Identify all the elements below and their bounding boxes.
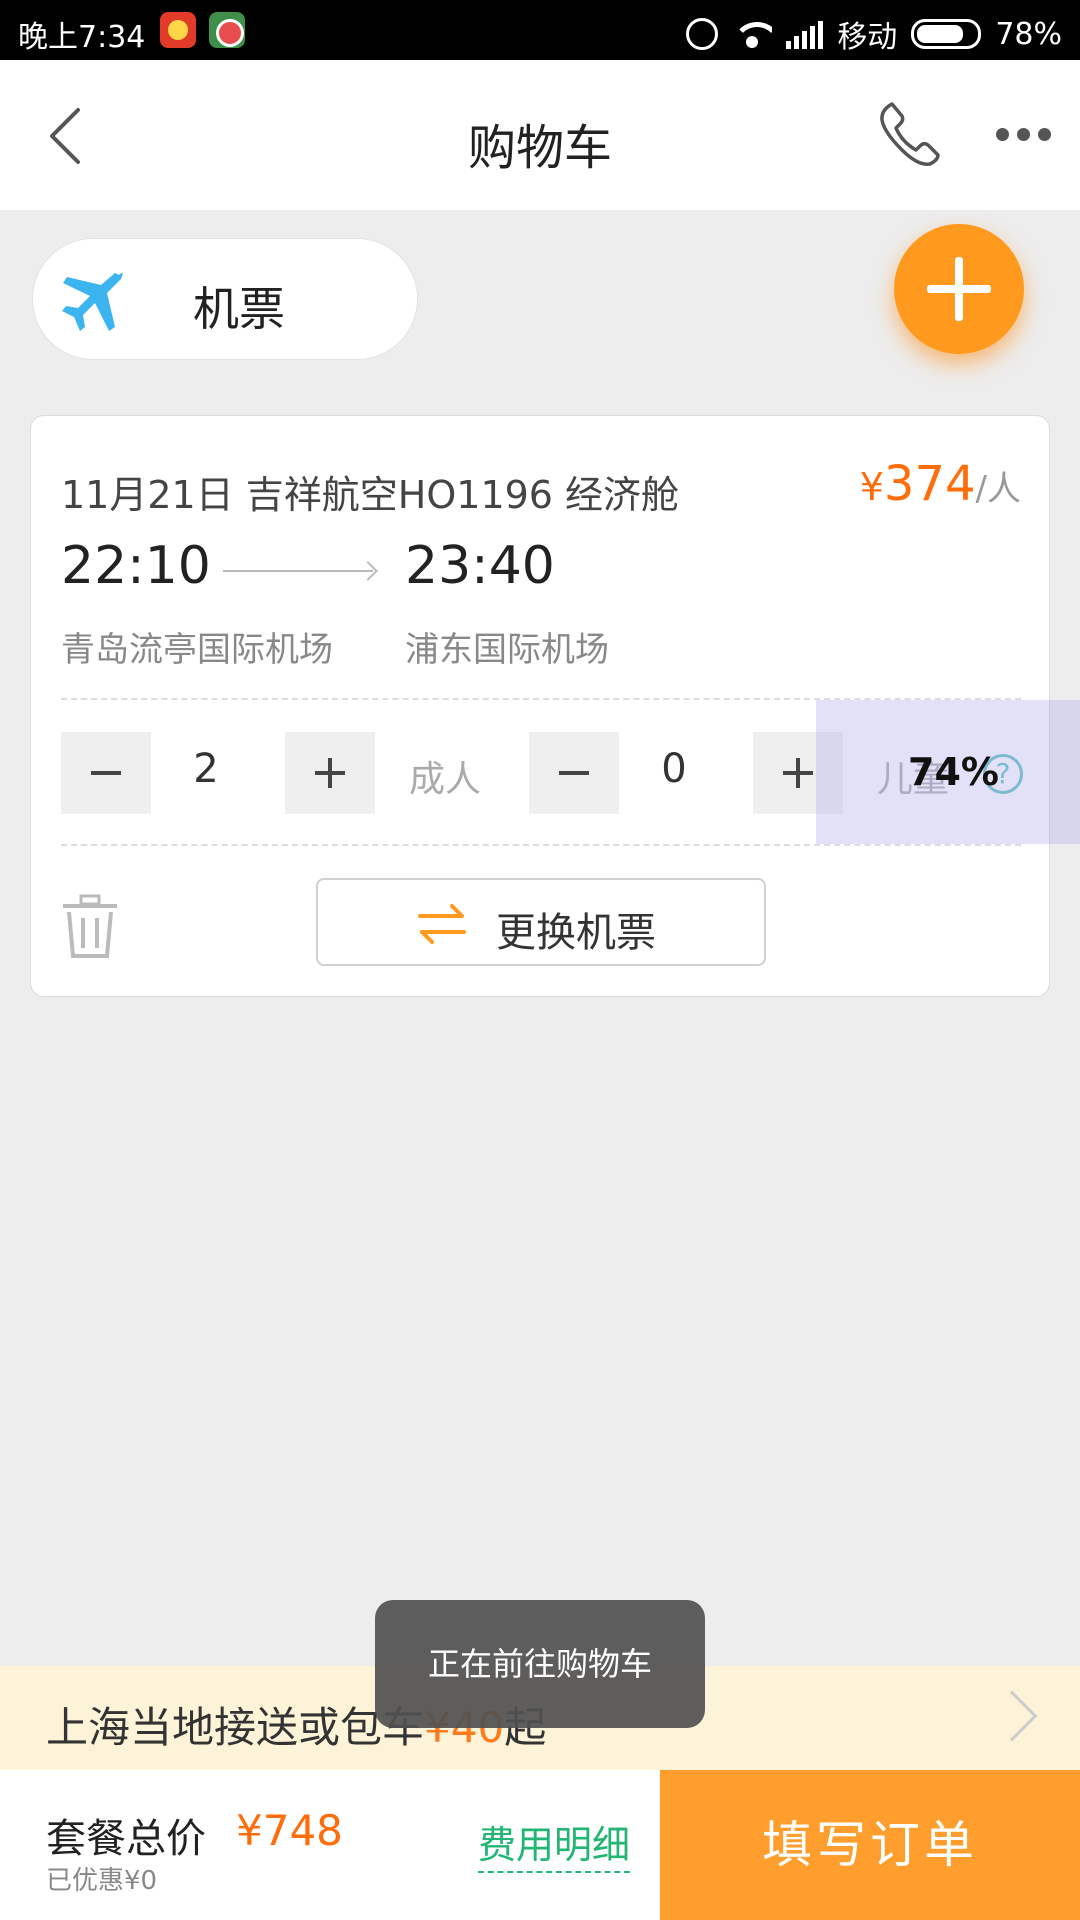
- status-time: 晚上7:34: [18, 20, 146, 55]
- wifi-icon: [732, 20, 773, 48]
- change-ticket-label: 更换机票: [496, 910, 656, 956]
- add-button[interactable]: [894, 224, 1024, 354]
- child-minus-button[interactable]: [529, 732, 619, 814]
- arrival-time: 23:40: [405, 536, 555, 596]
- plane-icon: [62, 272, 123, 331]
- app-notification-icon-2: [209, 12, 245, 48]
- departure-time: 22:10: [61, 536, 211, 596]
- trash-icon[interactable]: [61, 894, 119, 958]
- price-value: 374: [883, 456, 976, 512]
- price-unit: /人: [975, 469, 1021, 509]
- price-symbol: ¥: [859, 465, 884, 509]
- toast-message: 正在前往购物车: [375, 1600, 705, 1728]
- more-icon[interactable]: [996, 128, 1051, 141]
- phone-icon[interactable]: [878, 100, 940, 166]
- chevron-right-icon: [986, 1690, 1038, 1742]
- arrival-airport: 浦东国际机场: [405, 630, 609, 670]
- divider: [61, 844, 1021, 846]
- battery-icon: [911, 19, 982, 49]
- category-label: 机票: [193, 282, 285, 336]
- bottom-bar: 套餐总价 ¥748 已优惠¥0 费用明细 填写订单: [0, 1770, 1080, 1920]
- alarm-icon: [686, 18, 719, 50]
- adult-minus-button[interactable]: [61, 732, 151, 814]
- banner-prefix: 上海当地接送或包车: [46, 1703, 425, 1752]
- battery-percent: 78%: [995, 16, 1062, 52]
- total-price: ¥748: [236, 1806, 343, 1855]
- adult-plus-button[interactable]: [285, 732, 375, 814]
- signal-icon: [786, 19, 824, 49]
- category-pill-flight[interactable]: 机票: [32, 238, 418, 360]
- progress-overlay-text: 74%: [908, 750, 999, 794]
- discount-text: 已优惠¥0: [46, 1866, 158, 1896]
- submit-order-button[interactable]: 填写订单: [660, 1770, 1080, 1920]
- status-bar: 晚上7:34 移动 78%: [0, 0, 1080, 60]
- child-count: 0: [661, 746, 687, 792]
- flight-info: 11月21日 吉祥航空HO1196 经济舱: [61, 473, 680, 517]
- change-ticket-button[interactable]: 更换机票: [316, 878, 766, 966]
- adult-count: 2: [193, 746, 219, 792]
- arrow-icon: [223, 570, 373, 572]
- departure-airport: 青岛流亭国际机场: [61, 630, 333, 670]
- app-notification-icon: [160, 12, 196, 48]
- total-label: 套餐总价: [46, 1816, 206, 1862]
- app-header: 购物车: [0, 60, 1080, 210]
- fee-detail-link[interactable]: 费用明细: [478, 1814, 631, 1873]
- status-indicators: 移动 78%: [686, 12, 1062, 56]
- swap-icon: [418, 904, 466, 944]
- adult-label: 成人: [409, 759, 482, 800]
- flight-price: ¥374/人: [860, 456, 1021, 512]
- carrier-name: 移动: [837, 20, 898, 55]
